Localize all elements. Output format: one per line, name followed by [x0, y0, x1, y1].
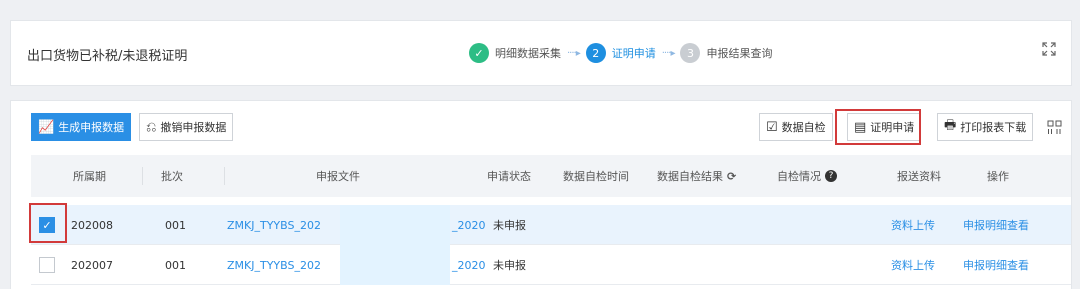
cert-apply-highlight: [835, 109, 921, 145]
detail-link[interactable]: 申报明细查看: [963, 245, 1029, 285]
self-check-label: 数据自检: [781, 121, 826, 134]
printer-icon: 🖶: [944, 118, 957, 133]
col-batch: 批次: [161, 155, 225, 197]
cell-batch: 001: [165, 218, 186, 232]
col-actions: 操作: [987, 170, 1009, 183]
cell-status: 未申报: [493, 259, 526, 272]
cancel-data-label: 撤销申报数据: [160, 121, 227, 134]
table-row[interactable]: 202007 001 ZMKJ_TYYBS_202 _2020 未申报 资料上传…: [31, 245, 1071, 285]
redaction-block: [340, 245, 450, 285]
col-period: 所属期: [73, 155, 143, 197]
refresh-icon[interactable]: ⟳: [727, 170, 736, 183]
undo-icon: ⎌: [146, 119, 157, 135]
cell-period: 202007: [71, 258, 113, 272]
header-card: 出口货物已补税/未退税证明 ✓ 明细数据采集 ····▸ 2 证明申请 ····…: [10, 20, 1072, 86]
doc-check-icon: ☑: [766, 119, 778, 135]
step-3-label[interactable]: 申报结果查询: [706, 45, 772, 61]
print-download-label: 打印报表下载: [960, 121, 1027, 134]
print-download-button[interactable]: 🖶 打印报表下载: [937, 113, 1034, 141]
checkbox-empty[interactable]: [39, 257, 55, 273]
detail-link[interactable]: 申报明细查看: [963, 205, 1029, 245]
main-card: 📈 生成申报数据 ⎌ 撤销申报数据 ☑ 数据自检 ▤ 证明申请 🖶 打印报表下载…: [10, 100, 1072, 289]
chart-icon: 📈: [38, 119, 55, 135]
step-progress: ✓ 明细数据采集 ····▸ 2 证明申请 ····▸ 3 申报结果查询: [469, 41, 772, 65]
redaction-block: [340, 205, 450, 245]
cell-file-suffix[interactable]: _2020: [452, 205, 486, 245]
cell-file-link[interactable]: ZMKJ_TYYBS_202: [227, 245, 321, 285]
cell-file-suffix[interactable]: _2020: [452, 245, 486, 285]
help-icon[interactable]: ?: [825, 170, 837, 182]
expand-icon[interactable]: [1041, 41, 1057, 57]
cell-file-link[interactable]: ZMKJ_TYYBS_202: [227, 205, 321, 245]
upload-link[interactable]: 资料上传: [891, 245, 935, 285]
col-check-time: 数据自检时间: [563, 170, 629, 183]
row-checkbox[interactable]: [39, 245, 55, 285]
col-check-status: 自检情况 ?: [777, 155, 857, 197]
page-title: 出口货物已补税/未退税证明: [27, 49, 188, 64]
generate-data-button[interactable]: 📈 生成申报数据: [31, 113, 132, 141]
col-status: 申请状态: [487, 170, 531, 183]
cell-status: 未申报: [493, 219, 526, 232]
step-3-number: 3: [680, 43, 701, 63]
step-arrow-icon: ····▸: [567, 47, 581, 59]
cancel-data-button[interactable]: ⎌ 撤销申报数据: [139, 113, 234, 141]
col-check-result: 数据自检结果 ⟳: [657, 169, 737, 184]
step-1-label[interactable]: 明细数据采集: [495, 45, 561, 61]
table-row[interactable]: ✓ 202008 001 ZMKJ_TYYBS_202 _2020 未申报 资料…: [31, 205, 1071, 245]
step-2-label[interactable]: 证明申请: [612, 45, 656, 61]
column-settings-icon[interactable]: [1047, 120, 1062, 135]
cell-period: 202008: [71, 218, 113, 232]
upload-link[interactable]: 资料上传: [891, 205, 935, 245]
self-check-button[interactable]: ☑ 数据自检: [759, 113, 833, 141]
checkbox-highlight: [29, 203, 67, 243]
step-2-number: 2: [585, 43, 606, 63]
step-1-check-icon: ✓: [469, 43, 489, 63]
col-file: 申报文件: [316, 170, 360, 183]
table-header: 所属期 批次 申报文件 申请状态 数据自检时间 数据自检结果 ⟳ 自检情况 ? …: [31, 155, 1071, 197]
step-arrow-icon: ····▸: [661, 47, 676, 59]
generate-data-label: 生成申报数据: [58, 121, 125, 134]
cell-batch: 001: [165, 258, 186, 272]
col-materials: 报送资料: [897, 170, 941, 183]
